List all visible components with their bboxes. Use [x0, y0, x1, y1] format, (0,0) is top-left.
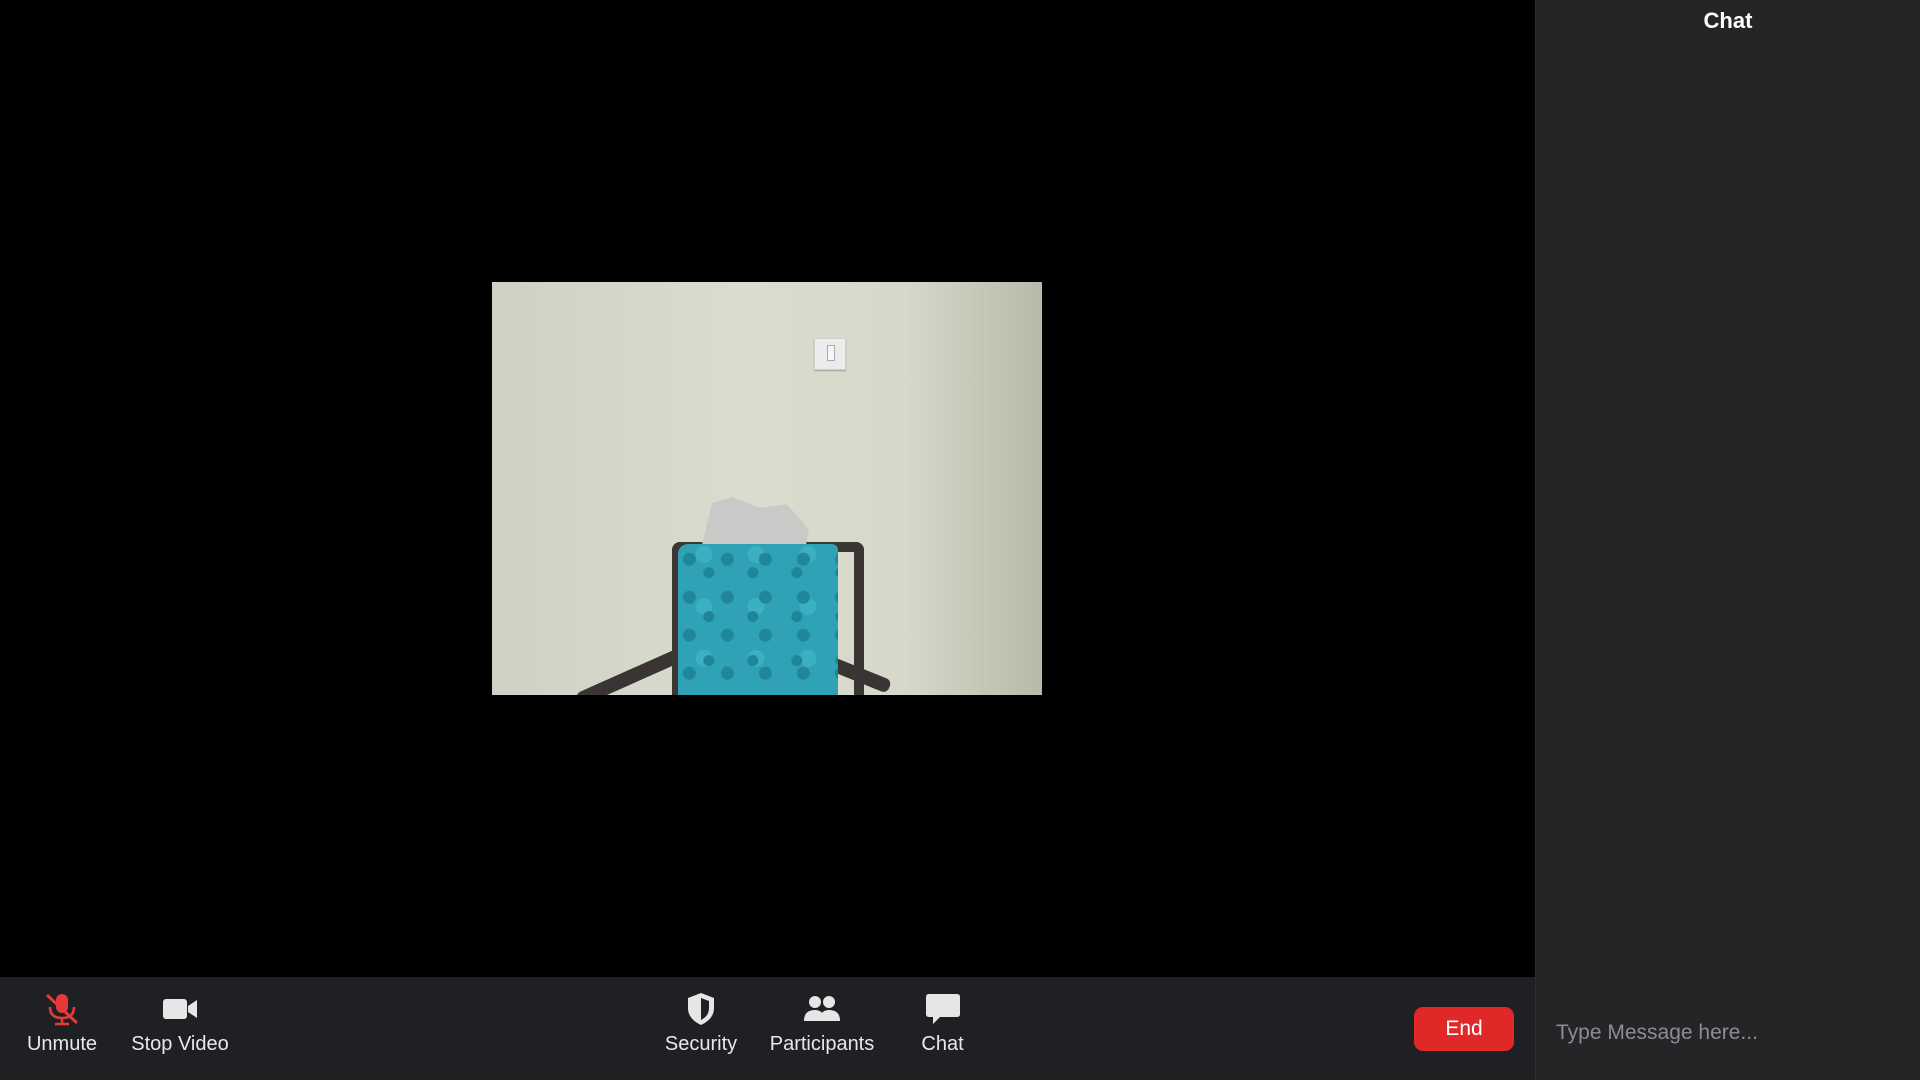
participants-button[interactable]: Participants	[765, 991, 879, 1069]
chat-label: Chat	[921, 1033, 964, 1055]
video-camera-icon	[163, 999, 197, 1019]
unmute-label: Unmute	[26, 1033, 98, 1055]
cloth-image	[678, 544, 838, 695]
chat-message-input[interactable]	[1554, 1012, 1903, 1054]
chat-bubble-icon	[925, 994, 960, 1024]
end-meeting-button[interactable]: End	[1414, 1007, 1514, 1051]
chat-panel-title: Chat	[1703, 8, 1753, 33]
unmute-button[interactable]: Unmute	[22, 991, 102, 1069]
stop-video-button[interactable]: Stop Video	[125, 991, 235, 1069]
chat-button[interactable]: Chat	[905, 991, 980, 1069]
video-stage	[0, 0, 1535, 977]
meeting-toolbar: Unmute Stop Video Security Participants …	[0, 977, 1535, 1080]
mic-muted-icon	[45, 993, 79, 1026]
wall-switch-image	[814, 338, 846, 370]
stop-video-label: Stop Video	[131, 1033, 229, 1055]
participants-icon	[804, 996, 840, 1021]
security-label: Security	[664, 1033, 738, 1055]
participants-label: Participants	[769, 1033, 875, 1055]
shield-icon	[688, 993, 714, 1025]
security-button[interactable]: Security	[660, 991, 742, 1069]
participant-video-tile[interactable]	[492, 282, 1042, 695]
chat-panel: Chat	[1535, 0, 1920, 1080]
